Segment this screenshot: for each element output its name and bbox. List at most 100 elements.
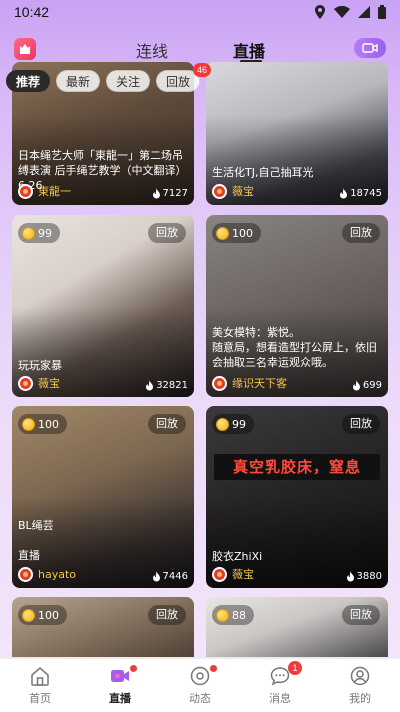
view-count-value: 699: [362, 380, 382, 391]
view-count: 18745: [339, 188, 382, 199]
host-avatar: [212, 183, 227, 199]
live-video-icon: [111, 670, 129, 682]
location-icon: [315, 5, 325, 19]
profile-icon: [350, 666, 370, 686]
room-title: 美女模特：紫悦。 随意局，想看造型打公屏上，依旧会抽取三名幸运观众哦。: [212, 326, 377, 369]
chip-latest[interactable]: 最新: [56, 70, 101, 92]
coin-price: 100: [18, 605, 67, 625]
fire-icon: [146, 380, 154, 391]
app-logo-icon[interactable]: [14, 38, 36, 60]
home-icon: [31, 667, 49, 686]
room-title: 生活化TJ,自己抽耳光: [212, 166, 314, 179]
coin-price-value: 100: [38, 608, 59, 622]
view-count: 3880: [346, 571, 382, 582]
chip-replay[interactable]: 回放 46: [156, 63, 212, 92]
coin-icon: [216, 608, 229, 622]
tab-messages[interactable]: 1 消息: [240, 659, 320, 712]
live-room-card[interactable]: 100 回放 美女模特：紫悦。 随意局，想看造型打公屏上，依旧会抽取三名幸运观众…: [206, 215, 388, 397]
room-host[interactable]: 東龍一: [18, 183, 71, 199]
room-host[interactable]: 缘识天下客: [212, 375, 287, 391]
fire-icon: [346, 571, 354, 582]
coin-icon: [216, 226, 229, 240]
room-host[interactable]: 薇宝: [18, 375, 60, 391]
coin-price-value: 99: [232, 417, 246, 431]
chip-recommended[interactable]: 推荐: [6, 70, 51, 92]
tab-home[interactable]: 首页: [0, 659, 80, 712]
view-count: 7446: [152, 571, 188, 582]
tab-live-label: 直播: [109, 693, 131, 705]
host-name: 薇宝: [38, 377, 60, 390]
host-name: hayato: [38, 568, 77, 581]
live-room-card[interactable]: 100 回放 BL绳芸 直播 hayato 7446: [12, 406, 194, 588]
replay-badge: 回放: [148, 223, 186, 243]
tab-profile[interactable]: 我的: [320, 659, 400, 712]
coin-price: 88: [212, 605, 254, 625]
chip-following[interactable]: 关注: [106, 70, 151, 92]
host-name: 東龍一: [38, 185, 71, 198]
coin-price: 99: [212, 414, 254, 434]
fire-icon: [152, 571, 160, 582]
live-room-card[interactable]: 99 回放 真空乳胶床，窒息 胶衣ZhiXi 薇宝 3880: [206, 406, 388, 588]
coin-price: 99: [18, 223, 60, 243]
view-count-value: 3880: [356, 571, 382, 582]
coin-price: 100: [18, 414, 67, 434]
view-count: 32821: [145, 380, 188, 391]
room-host[interactable]: 薇宝: [212, 566, 254, 582]
live-room-card[interactable]: 100 回放: [12, 597, 194, 657]
replay-badge: 回放: [148, 414, 186, 434]
room-title: BL绳芸 直播: [18, 519, 54, 562]
coin-price-value: 99: [38, 226, 52, 240]
host-avatar: [18, 567, 33, 582]
replay-badge: 回放: [342, 605, 380, 625]
messages-unread-count: 1: [288, 661, 302, 675]
coin-icon: [22, 226, 35, 240]
coin-icon: [216, 417, 229, 431]
tab-moments[interactable]: 动态: [160, 659, 240, 712]
battery-icon: [378, 5, 386, 19]
coin-price: 100: [212, 223, 261, 243]
coin-price-value: 100: [38, 417, 59, 431]
tab-moments-label: 动态: [189, 693, 211, 705]
view-count: 7127: [152, 188, 188, 199]
tab-profile-label: 我的: [349, 693, 371, 705]
host-avatar: [18, 375, 33, 391]
tab-home-label: 首页: [29, 693, 51, 705]
status-time: 10:42: [14, 4, 50, 20]
cellular-signal-icon: [358, 6, 370, 18]
room-host[interactable]: hayato: [18, 567, 76, 582]
tab-live[interactable]: 直播: [233, 38, 265, 62]
chip-replay-label: 回放: [166, 75, 191, 89]
host-avatar: [212, 566, 227, 582]
video-camera-icon: [362, 43, 378, 53]
live-room-card[interactable]: 生活化TJ,自己抽耳光 薇宝 18745: [206, 62, 388, 205]
coin-icon: [22, 417, 35, 431]
top-navigation: 连线 直播: [0, 30, 400, 66]
tab-connect[interactable]: 连线: [136, 38, 168, 62]
view-count-value: 32821: [156, 380, 188, 391]
live-tab-dot: [130, 665, 137, 672]
view-count-value: 7127: [162, 188, 188, 199]
bottom-tab-bar: 首页 直播 动态 1 消息 我的: [0, 658, 400, 712]
fire-icon: [152, 188, 160, 199]
coin-price-value: 100: [232, 226, 253, 240]
live-room-card[interactable]: 88 回放: [206, 597, 388, 657]
cover-banner-text: 真空乳胶床，窒息: [214, 454, 380, 480]
coin-icon: [22, 608, 35, 622]
chip-replay-count: 46: [193, 63, 212, 77]
room-title: 胶衣ZhiXi: [212, 550, 263, 563]
live-room-card[interactable]: 99 回放 玩玩家暴 薇宝 32821: [12, 215, 194, 397]
view-count-value: 18745: [350, 188, 382, 199]
view-count-value: 7446: [162, 571, 188, 582]
replay-badge: 回放: [342, 223, 380, 243]
status-bar: 10:42: [0, 0, 400, 24]
tab-live-bottom[interactable]: 直播: [80, 659, 160, 712]
room-host[interactable]: 薇宝: [212, 183, 254, 199]
fire-icon: [340, 188, 348, 199]
start-live-button[interactable]: [354, 38, 386, 58]
replay-badge: 回放: [342, 414, 380, 434]
host-name: 薇宝: [232, 185, 254, 198]
host-name: 薇宝: [232, 568, 254, 581]
fire-icon: [352, 380, 360, 391]
host-name: 缘识天下客: [232, 377, 287, 390]
room-title: 玩玩家暴: [18, 359, 62, 372]
